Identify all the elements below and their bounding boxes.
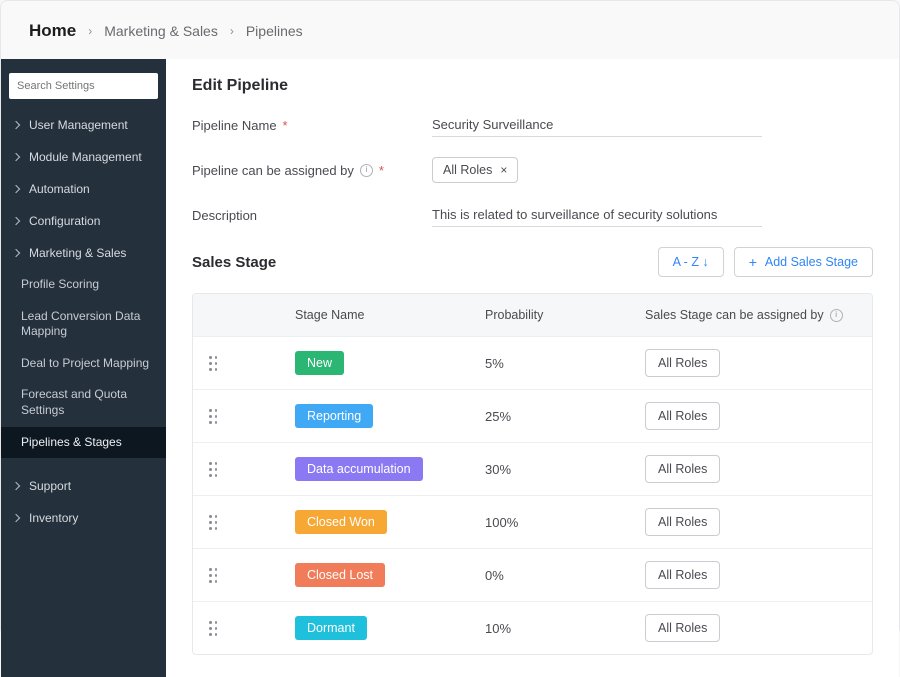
stage-badge[interactable]: Closed Won [295, 510, 387, 534]
required-asterisk: * [283, 118, 288, 133]
stage-badge[interactable]: New [295, 351, 344, 375]
sort-alpha-button[interactable]: A - Z ↓ [658, 247, 724, 277]
sidebar-item-label: Marketing & Sales [29, 246, 126, 260]
breadcrumb: Home › Marketing & Sales › Pipelines [1, 1, 899, 59]
pipeline-name-row: Pipeline Name * [192, 113, 873, 137]
close-icon[interactable]: × [500, 163, 507, 177]
pipeline-name-label: Pipeline Name * [192, 118, 432, 133]
plus-icon: + [749, 255, 757, 269]
sidebar-item-label: Inventory [29, 511, 78, 525]
breadcrumb-pipelines[interactable]: Pipelines [246, 23, 303, 39]
sidebar-subitem-deal-project-mapping[interactable]: Deal to Project Mapping [1, 348, 166, 380]
search-input[interactable] [9, 73, 158, 99]
sidebar-item-label: Module Management [29, 150, 142, 164]
sidebar-item-label: Support [29, 479, 71, 493]
drag-handle-icon[interactable] [205, 462, 217, 477]
stages-table: Stage Name Probability Sales Stage can b… [192, 293, 873, 655]
assigned-roles-button[interactable]: All Roles [645, 455, 720, 483]
sidebar-item-module-management[interactable]: Module Management [1, 141, 166, 173]
assigned-roles-button[interactable]: All Roles [645, 614, 720, 642]
chevron-right-icon [12, 153, 20, 161]
table-row: Closed Won 100%All Roles [193, 495, 872, 548]
info-icon[interactable]: i [360, 164, 373, 177]
breadcrumb-marketing-sales[interactable]: Marketing & Sales [104, 23, 218, 39]
assigned-roles-button[interactable]: All Roles [645, 402, 720, 430]
sidebar-item-automation[interactable]: Automation [1, 173, 166, 205]
pipeline-description-input[interactable] [432, 203, 762, 227]
chevron-right-icon [12, 514, 20, 522]
chevron-right-icon [12, 121, 20, 129]
stage-badge[interactable]: Reporting [295, 404, 373, 428]
drag-handle-icon[interactable] [205, 568, 217, 583]
assigned-roles-button[interactable]: All Roles [645, 349, 720, 377]
label-text: Sales Stage can be assigned by [645, 308, 824, 322]
page-title: Edit Pipeline [192, 77, 873, 95]
sidebar-subitem-profile-scoring[interactable]: Profile Scoring [1, 269, 166, 301]
chevron-right-icon: › [230, 24, 234, 38]
add-sales-stage-button[interactable]: + Add Sales Stage [734, 247, 873, 277]
sidebar-subitem-forecast-quota[interactable]: Forecast and Quota Settings [1, 379, 166, 426]
breadcrumb-home[interactable]: Home [29, 21, 76, 41]
chevron-right-icon [12, 185, 20, 193]
required-asterisk: * [379, 163, 384, 178]
stage-badge[interactable]: Closed Lost [295, 563, 385, 587]
table-header: Stage Name Probability Sales Stage can b… [193, 294, 872, 336]
sidebar-subitem-pipelines-stages[interactable]: Pipelines & Stages [1, 427, 166, 459]
table-row: Dormant 10%All Roles [193, 601, 872, 654]
label-text: Pipeline can be assigned by [192, 163, 354, 178]
pipeline-name-input[interactable] [432, 113, 762, 137]
pipeline-assigned-label: Pipeline can be assigned by i * [192, 163, 432, 178]
search-wrapper [9, 73, 158, 99]
tag-label: All Roles [443, 163, 492, 177]
pipeline-assigned-row: Pipeline can be assigned by i * All Role… [192, 157, 873, 183]
section-title-text: Sales Stage [192, 254, 276, 271]
sidebar-item-label: Automation [29, 182, 90, 196]
main-content: Edit Pipeline Pipeline Name * Pipeline c… [166, 59, 899, 677]
settings-sidebar: User Management Module Management Automa… [1, 59, 166, 677]
assigned-roles-button[interactable]: All Roles [645, 508, 720, 536]
col-stage-name: Stage Name [295, 308, 485, 322]
stage-badge[interactable]: Data accumulation [295, 457, 423, 481]
chevron-right-icon [12, 249, 20, 257]
table-row: Closed Lost 0%All Roles [193, 548, 872, 601]
sidebar-item-label: Configuration [29, 214, 100, 228]
drag-handle-icon[interactable] [205, 356, 217, 371]
probability-value: 5% [485, 356, 645, 371]
drag-handle-icon[interactable] [205, 409, 217, 424]
sidebar-item-marketing-sales[interactable]: Marketing & Sales [1, 237, 166, 269]
sales-stage-section: Sales Stage A - Z ↓ + Add Sales Stage [192, 247, 873, 277]
sidebar-item-user-management[interactable]: User Management [1, 109, 166, 141]
probability-value: 100% [485, 515, 645, 530]
chevron-right-icon [12, 217, 20, 225]
table-row: New 5%All Roles [193, 336, 872, 389]
probability-value: 30% [485, 462, 645, 477]
sidebar-item-configuration[interactable]: Configuration [1, 205, 166, 237]
sidebar-subitem-lead-conversion[interactable]: Lead Conversion Data Mapping [1, 301, 166, 348]
sidebar-item-label: User Management [29, 118, 128, 132]
chevron-right-icon: › [88, 24, 92, 38]
chevron-right-icon [12, 482, 20, 490]
table-row: Reporting 25%All Roles [193, 389, 872, 442]
assigned-roles-button[interactable]: All Roles [645, 561, 720, 589]
pipeline-description-label: Description [192, 208, 432, 223]
label-text: Pipeline Name [192, 118, 277, 133]
col-assigned-by: Sales Stage can be assigned by i [645, 308, 860, 322]
probability-value: 25% [485, 409, 645, 424]
button-label: A - Z ↓ [673, 255, 709, 269]
probability-value: 0% [485, 568, 645, 583]
assigned-role-tag[interactable]: All Roles × [432, 157, 518, 183]
drag-handle-icon[interactable] [205, 515, 217, 530]
info-icon[interactable]: i [830, 309, 843, 322]
pipeline-description-row: Description [192, 203, 873, 227]
drag-handle-icon[interactable] [205, 621, 217, 636]
stage-badge[interactable]: Dormant [295, 616, 367, 640]
probability-value: 10% [485, 621, 645, 636]
col-probability: Probability [485, 308, 645, 322]
button-label: Add Sales Stage [765, 255, 858, 269]
sidebar-item-inventory[interactable]: Inventory [1, 502, 166, 534]
table-row: Data accumulation 30%All Roles [193, 442, 872, 495]
sidebar-item-support[interactable]: Support [1, 470, 166, 502]
